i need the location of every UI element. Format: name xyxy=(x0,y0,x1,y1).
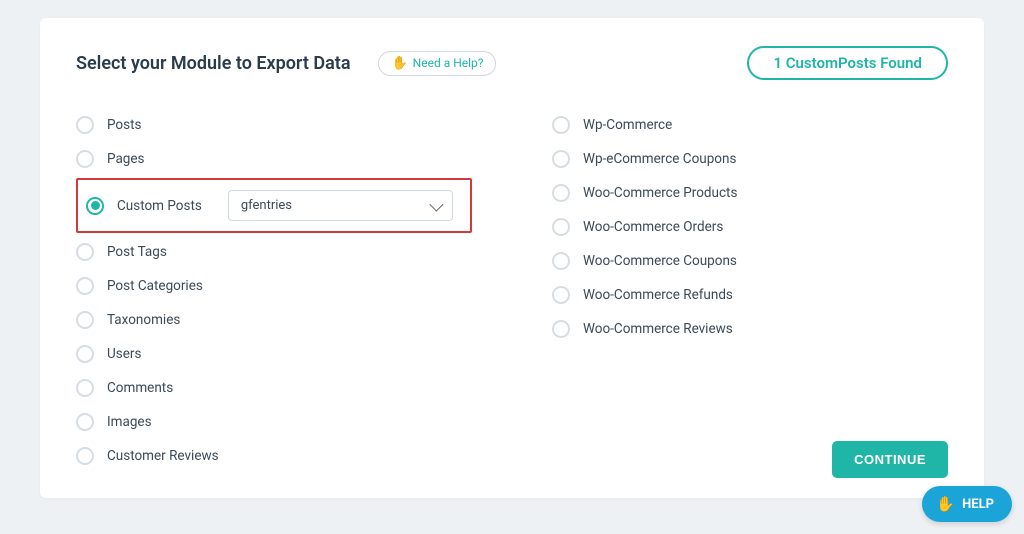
page-title: Select your Module to Export Data xyxy=(76,53,350,74)
option-row[interactable]: Wp-eCommerce Coupons xyxy=(552,142,948,176)
option-label: Wp-Commerce xyxy=(583,117,672,133)
option-label: Woo-Commerce Coupons xyxy=(583,253,737,269)
option-label: Custom Posts xyxy=(117,198,202,214)
option-label: Images xyxy=(107,414,152,430)
option-label: Woo-Commerce Products xyxy=(583,185,737,201)
found-badge: 1 CustomPosts Found xyxy=(747,46,948,80)
option-row[interactable]: Post Tags xyxy=(76,235,472,269)
radio[interactable] xyxy=(552,184,570,202)
export-card: Select your Module to Export Data ✋ Need… xyxy=(40,18,984,498)
hand-icon: ✋ xyxy=(936,495,955,513)
radio[interactable] xyxy=(76,379,94,397)
option-label: Pages xyxy=(107,151,145,167)
option-row[interactable]: Posts xyxy=(76,108,472,142)
option-row[interactable]: Pages xyxy=(76,142,472,176)
option-label: Users xyxy=(107,346,141,362)
option-row[interactable]: Comments xyxy=(76,371,472,405)
left-column: Posts Pages Custom Posts gfentries Post Tags… xyxy=(76,108,472,473)
option-row[interactable]: Customer Reviews xyxy=(76,439,472,473)
option-label: Posts xyxy=(107,117,141,133)
radio[interactable] xyxy=(76,413,94,431)
custom-posts-dropdown[interactable]: gfentries xyxy=(228,190,453,221)
radio[interactable] xyxy=(76,150,94,168)
hand-icon: ✋ xyxy=(391,56,407,71)
radio[interactable] xyxy=(76,277,94,295)
need-help-link[interactable]: ✋ Need a Help? xyxy=(378,51,496,76)
option-row[interactable]: Images xyxy=(76,405,472,439)
radio[interactable] xyxy=(76,345,94,363)
option-label: Comments xyxy=(107,380,173,396)
option-row[interactable]: Post Categories xyxy=(76,269,472,303)
radio[interactable] xyxy=(552,218,570,236)
radio[interactable] xyxy=(552,320,570,338)
radio[interactable] xyxy=(86,197,104,215)
option-row[interactable]: Woo-Commerce Products xyxy=(552,176,948,210)
option-row[interactable]: Woo-Commerce Orders xyxy=(552,210,948,244)
right-column: Wp-Commerce Wp-eCommerce Coupons Woo-Comme… xyxy=(552,108,948,473)
continue-button[interactable]: CONTINUE xyxy=(832,441,948,478)
radio[interactable] xyxy=(552,150,570,168)
chevron-down-icon xyxy=(429,197,443,211)
option-label: Taxonomies xyxy=(107,312,180,328)
option-label: Wp-eCommerce Coupons xyxy=(583,151,736,167)
option-label: Post Categories xyxy=(107,278,203,294)
header: Select your Module to Export Data ✋ Need… xyxy=(76,46,948,80)
help-float-label: HELP xyxy=(962,497,994,512)
radio[interactable] xyxy=(552,116,570,134)
radio[interactable] xyxy=(76,311,94,329)
columns: Posts Pages Custom Posts gfentries Post Tags… xyxy=(76,108,948,473)
dropdown-value: gfentries xyxy=(241,198,292,213)
option-row[interactable]: Woo-Commerce Refunds xyxy=(552,278,948,312)
radio[interactable] xyxy=(552,286,570,304)
option-label: Woo-Commerce Refunds xyxy=(583,287,733,303)
radio[interactable] xyxy=(552,252,570,270)
help-link-label: Need a Help? xyxy=(413,56,484,70)
option-label: Woo-Commerce Reviews xyxy=(583,321,733,337)
option-row[interactable]: Custom Posts gfentries xyxy=(86,186,462,225)
option-label: Customer Reviews xyxy=(107,448,219,464)
option-label: Post Tags xyxy=(107,244,167,260)
radio[interactable] xyxy=(76,116,94,134)
option-row[interactable]: Woo-Commerce Coupons xyxy=(552,244,948,278)
option-row[interactable]: Users xyxy=(76,337,472,371)
option-row[interactable]: Wp-Commerce xyxy=(552,108,948,142)
radio[interactable] xyxy=(76,243,94,261)
option-label: Woo-Commerce Orders xyxy=(583,219,723,235)
highlight-box: Custom Posts gfentries xyxy=(76,178,472,233)
option-row[interactable]: Woo-Commerce Reviews xyxy=(552,312,948,346)
help-float-button[interactable]: ✋ HELP xyxy=(922,486,1012,522)
option-row[interactable]: Taxonomies xyxy=(76,303,472,337)
radio[interactable] xyxy=(76,447,94,465)
